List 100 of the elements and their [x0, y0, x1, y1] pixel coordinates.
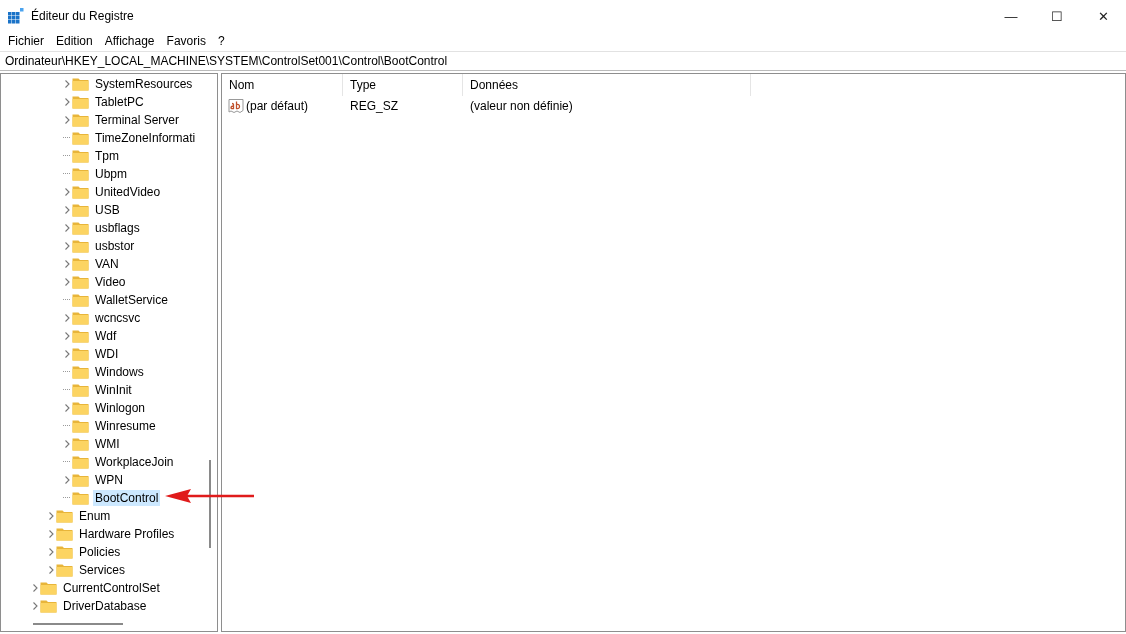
tree-item[interactable]: Ubpm [93, 166, 129, 182]
chevron-icon[interactable] [63, 404, 71, 412]
menu-item[interactable]: Affichage [98, 34, 161, 48]
tree-item[interactable]: WPN [93, 472, 125, 488]
folder-icon [72, 167, 89, 181]
tree-item[interactable]: Winlogon [93, 400, 148, 416]
tree-item[interactable]: WinInit [93, 382, 134, 398]
address-bar[interactable]: Ordinateur\HKEY_LOCAL_MACHINE\SYSTEM\ControlSet001\Control\BootControl [0, 51, 1126, 71]
tree-item[interactable]: wcncsvc [93, 310, 143, 326]
folder-icon [72, 275, 89, 289]
chevron-icon[interactable] [63, 260, 71, 268]
chevron-icon[interactable] [63, 350, 71, 358]
menu-item[interactable]: Edition [50, 34, 99, 48]
scrollbar-thumb[interactable] [209, 460, 211, 548]
window-title: Éditeur du Registre [31, 9, 135, 23]
chevron-icon[interactable] [47, 566, 55, 574]
chevron-icon[interactable] [47, 548, 55, 556]
column-header[interactable]: Données [463, 74, 751, 96]
folder-icon [72, 455, 89, 469]
folder-icon [56, 545, 73, 559]
folder-icon [72, 311, 89, 325]
folder-icon [72, 131, 89, 145]
column-header[interactable]: Nom [222, 74, 343, 96]
folder-icon [72, 329, 89, 343]
chevron-icon[interactable] [63, 98, 71, 106]
tree-item[interactable]: Services [77, 562, 127, 578]
folder-icon [40, 581, 57, 595]
folder-icon [56, 563, 73, 577]
chevron-icon[interactable] [63, 314, 71, 322]
folder-icon [72, 185, 89, 199]
tree-item[interactable]: UnitedVideo [93, 184, 163, 200]
column-header[interactable]: Type [343, 74, 463, 96]
menu-item[interactable]: Fichier [2, 34, 50, 48]
tree-item[interactable]: Windows [93, 364, 146, 380]
tree-item[interactable]: USB [93, 202, 122, 218]
cell-text: (par défaut) [246, 99, 309, 113]
tree-item[interactable]: WDI [93, 346, 121, 362]
tree-item[interactable]: CurrentControlSet [61, 580, 162, 596]
tree-item[interactable]: Tpm [93, 148, 121, 164]
tree-item[interactable]: Video [93, 274, 128, 290]
chevron-icon[interactable] [63, 440, 71, 448]
table-cell-text: (valeur non définie) [469, 99, 574, 113]
chevron-icon[interactable] [63, 188, 71, 196]
table-cell-text: REG_SZ [349, 99, 399, 113]
tree-item[interactable]: WMI [93, 436, 122, 452]
folder-icon [72, 437, 89, 451]
tree-item[interactable]: Terminal Server [93, 112, 182, 128]
chevron-icon[interactable] [63, 224, 71, 232]
folder-icon [72, 365, 89, 379]
folder-icon [72, 383, 89, 397]
tree-item[interactable]: WorkplaceJoin [93, 454, 176, 470]
tree-item[interactable]: usbstor [93, 238, 137, 254]
folder-icon [72, 113, 89, 127]
folder-icon [72, 77, 89, 91]
tree-item[interactable]: Hardware Profiles [77, 526, 177, 542]
maximize-button[interactable]: ☐ [1034, 0, 1080, 32]
chevron-icon[interactable] [31, 602, 39, 610]
folder-icon [56, 527, 73, 541]
chevron-icon[interactable] [31, 584, 39, 592]
folder-icon [72, 347, 89, 361]
registry-editor-icon [8, 8, 24, 24]
chevron-icon[interactable] [47, 530, 55, 538]
tree-item[interactable]: Wdf [93, 328, 119, 344]
chevron-icon[interactable] [63, 476, 71, 484]
tree-item[interactable]: WalletService [93, 292, 170, 308]
tree-item[interactable]: Enum [77, 508, 113, 524]
minimize-button[interactable]: — [988, 0, 1034, 32]
menu-item[interactable]: ? [211, 34, 231, 48]
folder-icon [72, 239, 89, 253]
folder-icon [72, 221, 89, 235]
tree-item[interactable]: TabletPC [93, 94, 146, 110]
chevron-icon[interactable] [63, 278, 71, 286]
tree-item[interactable]: usbflags [93, 220, 142, 236]
folder-icon [72, 491, 89, 505]
chevron-icon[interactable] [63, 242, 71, 250]
chevron-icon[interactable] [63, 332, 71, 340]
folder-icon [72, 401, 89, 415]
folder-icon [72, 293, 89, 307]
string-value-icon [228, 98, 244, 114]
folder-icon [72, 473, 89, 487]
folder-icon [56, 509, 73, 523]
tree-item[interactable]: TimeZoneInformati [93, 130, 198, 146]
tree-item[interactable]: SystemResources [93, 76, 195, 92]
chevron-icon[interactable] [63, 116, 71, 124]
folder-icon [72, 203, 89, 217]
tree-item[interactable]: Winresume [93, 418, 158, 434]
folder-icon [72, 257, 89, 271]
folder-icon [72, 149, 89, 163]
tree-item[interactable]: VAN [93, 256, 121, 272]
scrollbar-thumb[interactable] [33, 623, 123, 625]
chevron-icon[interactable] [63, 206, 71, 214]
folder-icon [72, 95, 89, 109]
tree-item[interactable]: BootControl [93, 490, 161, 506]
folder-icon [40, 599, 57, 613]
chevron-icon[interactable] [63, 80, 71, 88]
menu-item[interactable]: Favoris [160, 34, 212, 48]
close-button[interactable]: ✕ [1080, 0, 1126, 32]
chevron-icon[interactable] [47, 512, 55, 520]
tree-item[interactable]: Policies [77, 544, 123, 560]
tree-item[interactable]: DriverDatabase [61, 598, 149, 614]
